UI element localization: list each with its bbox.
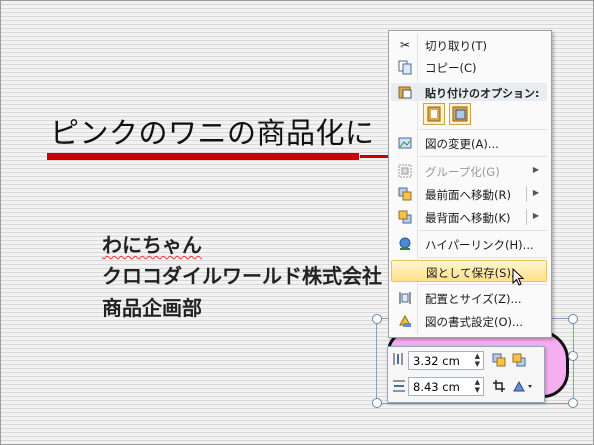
- paste-option-picture[interactable]: [449, 103, 471, 125]
- send-back-icon: [397, 209, 413, 225]
- send-back-icon[interactable]: [512, 353, 526, 367]
- submenu-arrow-icon[interactable]: ▶: [533, 211, 539, 220]
- body-line-1[interactable]: わにちゃん: [102, 229, 202, 258]
- copy-icon: [397, 59, 413, 75]
- shape-height-input[interactable]: 3.32 cm ▲ ▼: [408, 351, 484, 370]
- menu-item-format-picture[interactable]: 図の書式設定(O)...: [391, 310, 547, 332]
- paste-picture-icon: [452, 106, 468, 122]
- title-underline-bar: [47, 153, 359, 160]
- change-picture-icon: [397, 135, 413, 151]
- spinner-arrows-icon[interactable]: ▲ ▼: [475, 352, 480, 368]
- shape-width-icon: [393, 380, 405, 392]
- bring-front-icon[interactable]: [492, 353, 506, 367]
- group-icon: [397, 163, 413, 179]
- menu-header-paste-options: 貼り付けのオプション:: [391, 83, 547, 101]
- split-divider: [526, 209, 527, 225]
- menu-separator: [419, 284, 547, 285]
- resize-handle-top-left[interactable]: [372, 314, 382, 324]
- paste-option-keep-formatting[interactable]: [423, 103, 445, 125]
- menu-item-change-picture[interactable]: 図の変更(A)...: [391, 132, 547, 154]
- submenu-arrow-icon[interactable]: ▶: [533, 188, 539, 197]
- resize-handle-bottom-left[interactable]: [372, 398, 382, 408]
- menu-item-copy[interactable]: コピー(C): [391, 56, 547, 78]
- menu-item-cut[interactable]: ✂ 切り取り(T): [391, 34, 547, 56]
- menu-item-size-and-position[interactable]: 配置とサイズ(Z)...: [391, 287, 547, 309]
- split-divider: [526, 186, 527, 202]
- title-underline-bar-tail: [360, 155, 390, 158]
- shape-width-input[interactable]: 8.43 cm ▲ ▼: [408, 377, 484, 396]
- menu-separator: [419, 230, 547, 231]
- bring-front-icon: [397, 186, 413, 202]
- body-line-3[interactable]: 商品企画部: [102, 292, 202, 321]
- menu-item-hyperlink[interactable]: ハイパーリンク(H)...: [391, 233, 547, 255]
- mini-toolbar: 3.32 cm ▲ ▼ 8.43 cm ▲ ▼: [387, 346, 545, 403]
- menu-item-send-to-back[interactable]: 最背面へ移動(K) ▶: [391, 206, 547, 228]
- submenu-arrow-icon: ▶: [532, 165, 539, 174]
- paste-icon: [397, 85, 413, 102]
- shape-height-icon: [393, 353, 403, 365]
- picture-style-dropdown-icon[interactable]: [512, 379, 534, 393]
- context-menu: ✂ 切り取り(T) コピー(C) 貼り付けのオプション: 図の変更(A)... …: [388, 30, 552, 338]
- format-picture-icon: [397, 313, 413, 329]
- paste-keep-icon: [427, 106, 441, 122]
- menu-item-group[interactable]: グループ化(G) ▶: [391, 160, 547, 182]
- scissors-icon: ✂: [399, 38, 411, 52]
- mouse-cursor-icon: [512, 268, 525, 286]
- menu-separator: [419, 156, 547, 157]
- menu-item-bring-to-front[interactable]: 最前面へ移動(R) ▶: [391, 183, 547, 205]
- menu-separator: [419, 129, 547, 130]
- resize-handle-top-right[interactable]: [568, 314, 578, 324]
- menu-separator: [419, 257, 547, 258]
- slide-title[interactable]: ピンクのワニの商品化に: [50, 110, 375, 152]
- spinner-arrows-icon[interactable]: ▲ ▼: [475, 378, 480, 394]
- resize-handle-right[interactable]: [568, 351, 578, 361]
- crop-icon[interactable]: [492, 379, 506, 393]
- size-position-icon: [397, 290, 413, 306]
- save-as-picture-icon: [398, 264, 414, 280]
- resize-handle-bottom-right[interactable]: [568, 398, 578, 408]
- hyperlink-icon: [397, 236, 413, 252]
- body-line-2[interactable]: クロコダイルワールド株式会社: [102, 260, 382, 289]
